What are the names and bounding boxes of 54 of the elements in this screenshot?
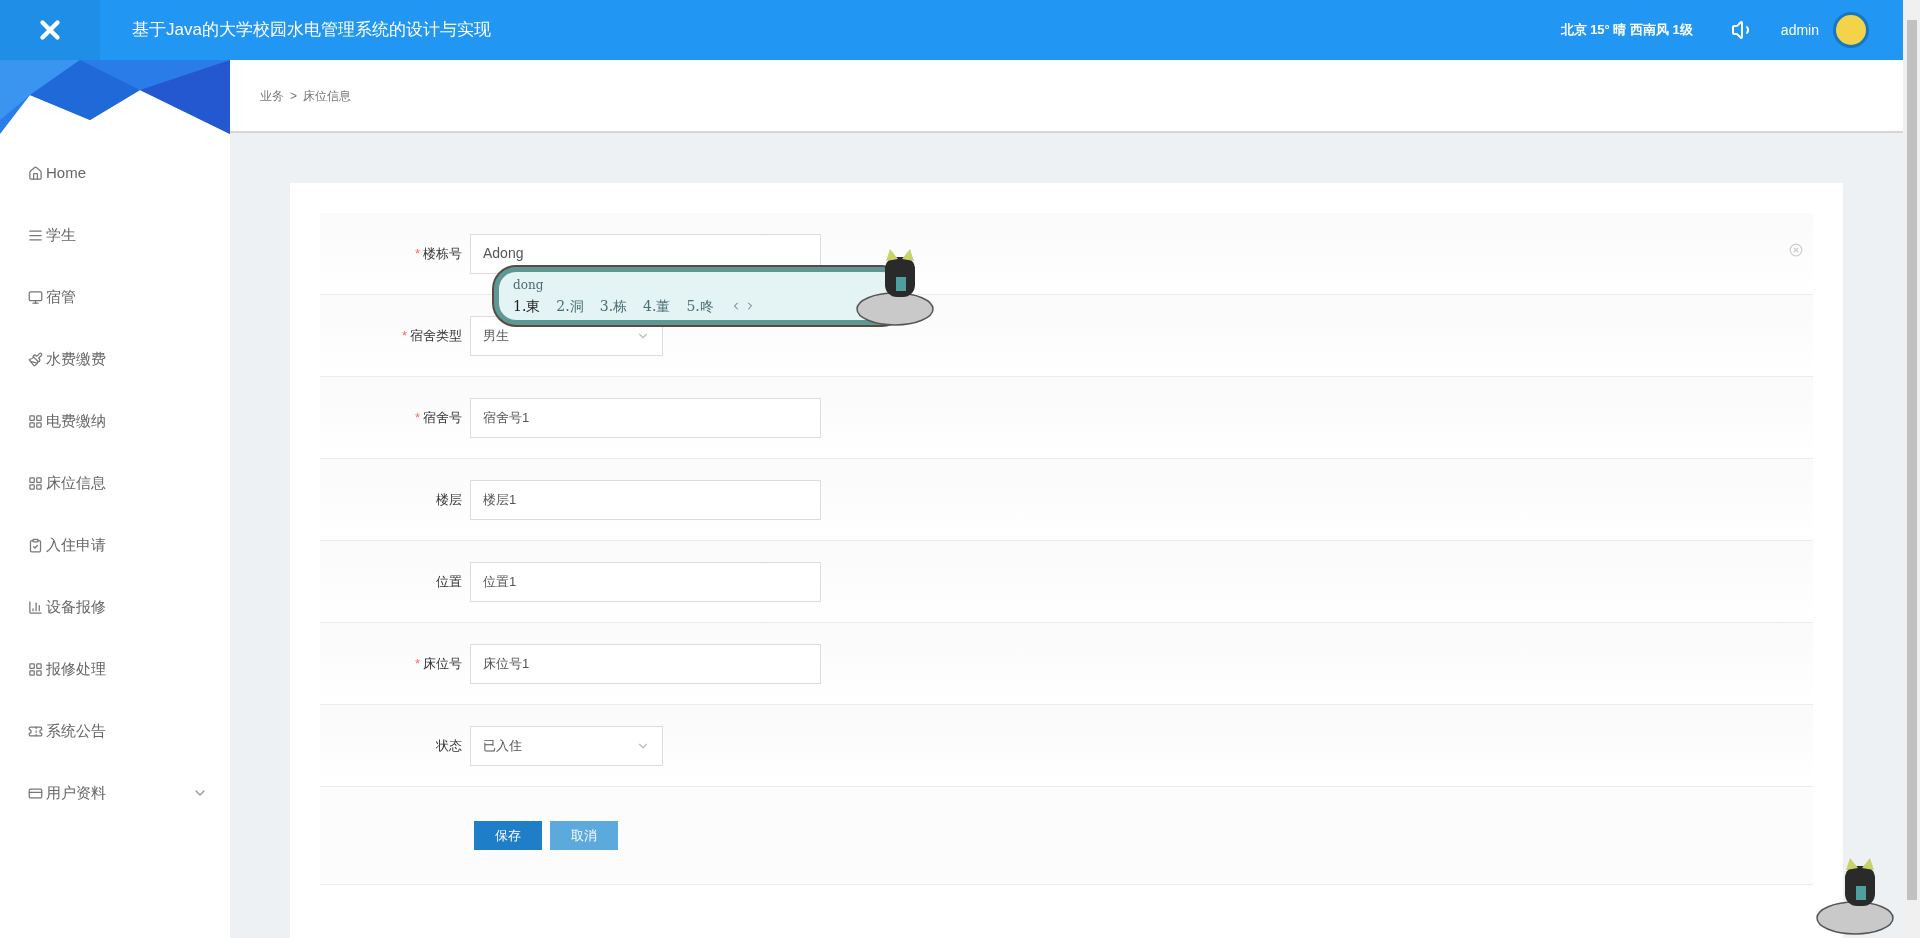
input-field[interactable]: 宿舍号1 <box>470 397 821 438</box>
breadcrumb-item[interactable]: 业务 <box>260 86 284 105</box>
breadcrumb-item: > <box>290 87 297 105</box>
sidebar-item[interactable]: 水费缴费 <box>0 328 230 390</box>
field-label: 楼层 <box>436 490 462 509</box>
field-label: 楼栋号 <box>423 244 462 263</box>
sidebar-item[interactable]: 报修处理 <box>0 638 230 700</box>
field-label: 宿舍号 <box>423 408 462 427</box>
ime-candidate[interactable]: 3.栋 <box>599 295 628 317</box>
home-icon <box>28 165 43 181</box>
ime-candidate[interactable]: 4.董 <box>643 295 671 317</box>
ime-candidate[interactable]: 1.東 <box>513 295 541 317</box>
monitor-icon <box>28 289 43 305</box>
input-field[interactable]: 楼层1 <box>470 479 821 520</box>
required-mark: * <box>414 654 420 673</box>
sidebar-item[interactable]: 电费缴纳 <box>0 390 230 452</box>
clear-icon[interactable] <box>1789 243 1803 257</box>
field-label: 状态 <box>436 736 462 755</box>
sidebar-item[interactable]: 床位信息 <box>0 452 230 514</box>
required-mark: * <box>414 244 420 263</box>
sidebar-item[interactable]: Home <box>0 142 230 204</box>
breadcrumb-item[interactable]: 床位信息 <box>303 86 351 105</box>
brush-icon <box>28 351 43 367</box>
save-button[interactable]: 保存 <box>474 821 542 850</box>
ime-candidate[interactable]: 5.咚 <box>686 295 714 317</box>
bars-icon <box>28 599 43 615</box>
ticket-icon <box>28 723 43 739</box>
avatar[interactable] <box>1833 12 1869 48</box>
scrollbar[interactable] <box>1903 0 1920 938</box>
grid-icon <box>28 413 43 429</box>
select-field[interactable]: 已入住 <box>470 725 663 766</box>
field-label: 床位号 <box>423 654 462 673</box>
sidebar-item[interactable]: 设备报修 <box>0 576 230 638</box>
sidebar-item[interactable]: 用户资料 <box>0 762 230 824</box>
field-label: 位置 <box>436 572 462 591</box>
card-icon <box>28 785 43 801</box>
grid-icon <box>28 475 43 491</box>
sidebar-item[interactable]: 入住申请 <box>0 514 230 576</box>
required-mark: * <box>414 408 420 427</box>
field-label: 宿舍类型 <box>410 326 462 345</box>
clipboard-icon <box>28 537 43 553</box>
input-field[interactable]: 位置1 <box>470 561 821 602</box>
required-mark: * <box>401 326 407 345</box>
app-title: 基于Java的大学校园水电管理系统的设计与实现 <box>132 19 491 42</box>
input-field[interactable]: 床位号1 <box>470 643 821 684</box>
ime-candidate[interactable]: 2.洞 <box>556 295 584 317</box>
close-button[interactable] <box>0 0 100 60</box>
list-icon <box>28 227 43 243</box>
sidebar-item[interactable]: 学生 <box>0 204 230 266</box>
ime-composition: dong <box>513 276 545 294</box>
sidebar-item[interactable]: 系统公告 <box>0 700 230 762</box>
grid-icon <box>28 661 43 677</box>
sidebar-item[interactable]: 宿管 <box>0 266 230 328</box>
weather-info: 北京 15° 晴 西南风 1级 <box>1560 21 1693 40</box>
